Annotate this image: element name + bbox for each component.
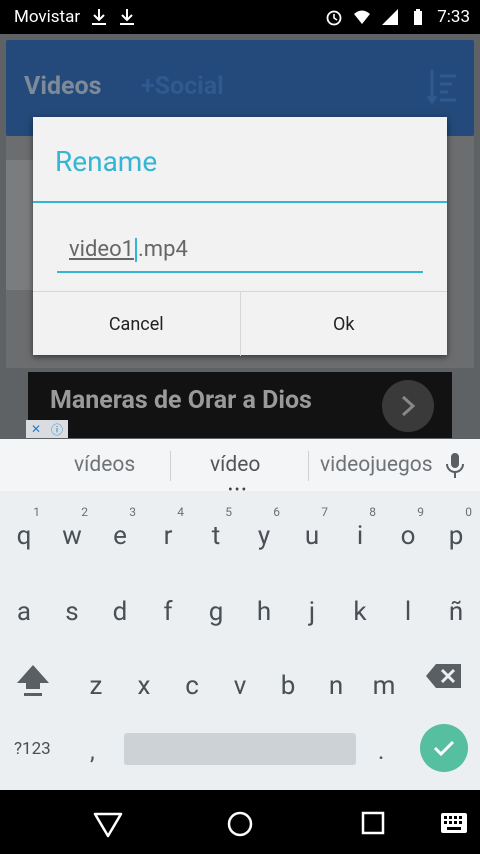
key-o[interactable]: 9o bbox=[386, 505, 430, 561]
home-icon[interactable] bbox=[224, 808, 256, 840]
more-suggestions-icon[interactable]: ••• bbox=[228, 482, 248, 498]
suggestion-divider bbox=[170, 451, 171, 481]
rename-dialog: Rename video1 .mp4 Cancel Ok bbox=[33, 117, 447, 356]
ok-button[interactable]: Ok bbox=[239, 292, 448, 356]
comma-key[interactable]: , bbox=[90, 737, 95, 765]
keyboard-switch-icon[interactable] bbox=[440, 812, 468, 834]
filename-input[interactable]: video1 .mp4 bbox=[57, 235, 423, 273]
filename-selected-text: video1 bbox=[69, 237, 134, 262]
battery-icon bbox=[414, 9, 423, 25]
alarm-icon bbox=[326, 10, 342, 26]
key-s[interactable]: s bbox=[50, 583, 94, 637]
key-q[interactable]: 1q bbox=[2, 505, 46, 561]
back-icon[interactable] bbox=[92, 808, 124, 840]
key-i[interactable]: 8i bbox=[338, 505, 382, 561]
key-h[interactable]: h bbox=[242, 583, 286, 637]
cancel-button[interactable]: Cancel bbox=[33, 292, 240, 356]
ad-close[interactable]: ✕ ⓘ bbox=[26, 420, 68, 438]
signal-icon bbox=[382, 9, 399, 25]
carrier-label: Movistar bbox=[14, 7, 81, 27]
key-j[interactable]: j bbox=[290, 583, 334, 637]
suggestion-2[interactable]: vídeo bbox=[210, 453, 260, 477]
backspace-icon[interactable] bbox=[424, 661, 464, 691]
wifi-icon bbox=[354, 10, 371, 24]
close-icon[interactable]: ✕ bbox=[31, 422, 41, 436]
key-l[interactable]: l bbox=[386, 583, 430, 637]
suggestion-divider bbox=[308, 451, 309, 481]
period-key[interactable]: . bbox=[378, 737, 384, 765]
key-a[interactable]: a bbox=[2, 583, 46, 637]
key-f[interactable]: f bbox=[146, 583, 190, 637]
key-n-tilde[interactable]: ñ bbox=[434, 583, 478, 637]
text-cursor bbox=[135, 238, 137, 263]
key-u[interactable]: 7u bbox=[290, 505, 334, 561]
key-k[interactable]: k bbox=[338, 583, 382, 637]
suggestion-3[interactable]: videojuegos bbox=[320, 453, 433, 477]
tab-videos[interactable]: Videos bbox=[24, 72, 101, 101]
check-icon bbox=[433, 740, 455, 757]
ad-banner[interactable]: Maneras de Orar a Dios bbox=[28, 372, 452, 438]
key-p[interactable]: 0p bbox=[434, 505, 478, 561]
key-t[interactable]: 5t bbox=[194, 505, 238, 561]
key-d[interactable]: d bbox=[98, 583, 142, 637]
ad-arrow-button[interactable] bbox=[382, 380, 434, 432]
sort-icon[interactable] bbox=[426, 68, 458, 106]
key-x[interactable]: x bbox=[122, 657, 166, 711]
suggestion-1[interactable]: vídeos bbox=[74, 453, 135, 477]
symbols-key[interactable]: ?123 bbox=[14, 739, 51, 759]
keyboard: vídeos vídeo videojuegos ••• 1q 2w 3e 4r… bbox=[0, 439, 480, 790]
status-bar: Movistar 7:33 bbox=[0, 0, 480, 34]
navigation-bar bbox=[0, 790, 480, 854]
shift-icon[interactable] bbox=[14, 661, 52, 699]
microphone-icon[interactable] bbox=[444, 452, 466, 480]
recent-apps-icon[interactable] bbox=[360, 810, 386, 836]
key-z[interactable]: z bbox=[74, 657, 118, 711]
filename-extension: .mp4 bbox=[138, 237, 188, 262]
key-g[interactable]: g bbox=[194, 583, 238, 637]
adchoices-icon[interactable]: ⓘ bbox=[51, 421, 63, 438]
key-e[interactable]: 3e bbox=[98, 505, 142, 561]
key-w[interactable]: 2w bbox=[50, 505, 94, 561]
download-icon bbox=[120, 9, 135, 25]
ad-text: Maneras de Orar a Dios bbox=[50, 386, 312, 415]
dialog-title: Rename bbox=[55, 145, 158, 178]
space-bar[interactable] bbox=[124, 733, 356, 765]
key-c[interactable]: c bbox=[170, 657, 214, 711]
dialog-buttons: Cancel Ok bbox=[33, 291, 447, 356]
key-y[interactable]: 6y bbox=[242, 505, 286, 561]
enter-key[interactable] bbox=[420, 724, 468, 772]
suggestion-strip: vídeos vídeo videojuegos ••• bbox=[0, 439, 480, 498]
chevron-right-icon bbox=[401, 395, 416, 417]
tab-social[interactable]: +Social bbox=[141, 72, 224, 101]
key-b[interactable]: b bbox=[266, 657, 310, 711]
key-m[interactable]: m bbox=[362, 657, 406, 711]
key-r[interactable]: 4r bbox=[146, 505, 190, 561]
key-n[interactable]: n bbox=[314, 657, 358, 711]
key-v[interactable]: v bbox=[218, 657, 262, 711]
dialog-divider bbox=[33, 201, 447, 203]
download-icon bbox=[92, 9, 107, 25]
clock: 7:33 bbox=[437, 7, 470, 27]
